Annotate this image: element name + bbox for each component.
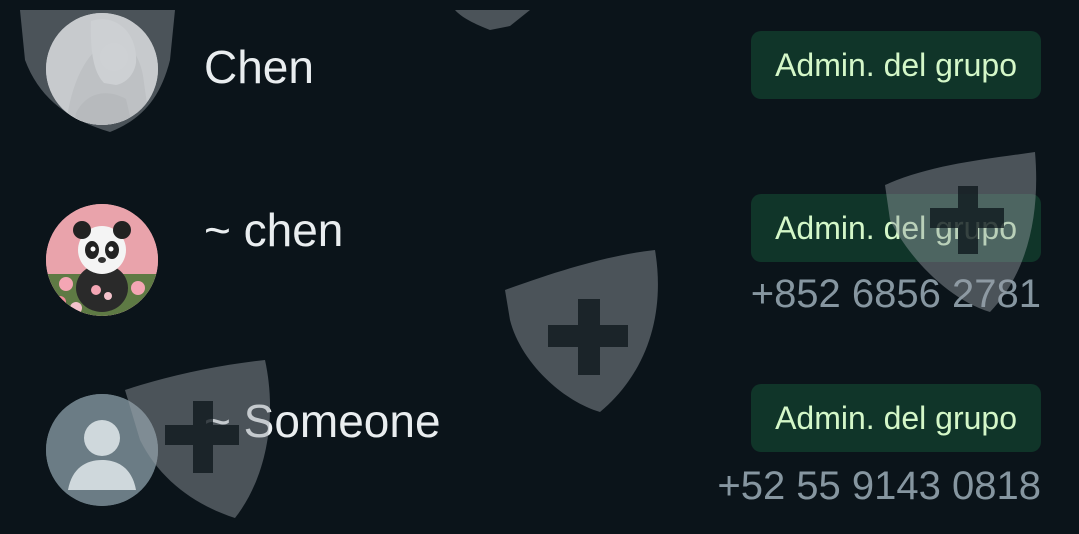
avatar[interactable] bbox=[46, 204, 158, 316]
avatar[interactable] bbox=[46, 394, 158, 506]
anime-girl-avatar-icon bbox=[46, 13, 158, 125]
admin-badge: Admin. del grupo bbox=[751, 384, 1041, 452]
admin-badge: Admin. del grupo bbox=[751, 31, 1041, 99]
panda-avatar-icon bbox=[46, 204, 158, 316]
participant-phone: +52 55 9143 0818 bbox=[717, 464, 1041, 508]
participant-name: Chen bbox=[204, 41, 314, 93]
participant-row-chen[interactable]: Chen Admin. del grupo bbox=[0, 0, 1079, 160]
default-person-icon bbox=[46, 394, 158, 506]
participant-name: ~ Someone bbox=[204, 395, 441, 447]
participant-name: ~ chen bbox=[204, 204, 344, 256]
participant-phone: +852 6856 2781 bbox=[750, 272, 1041, 316]
participant-row-chen-2[interactable]: ~ chen Admin. del grupo +852 6856 2781 bbox=[0, 160, 1079, 340]
avatar[interactable] bbox=[46, 13, 158, 125]
participant-row-someone[interactable]: ~ Someone Admin. del grupo +52 55 9143 0… bbox=[0, 340, 1079, 534]
admin-badge: Admin. del grupo bbox=[751, 194, 1041, 262]
